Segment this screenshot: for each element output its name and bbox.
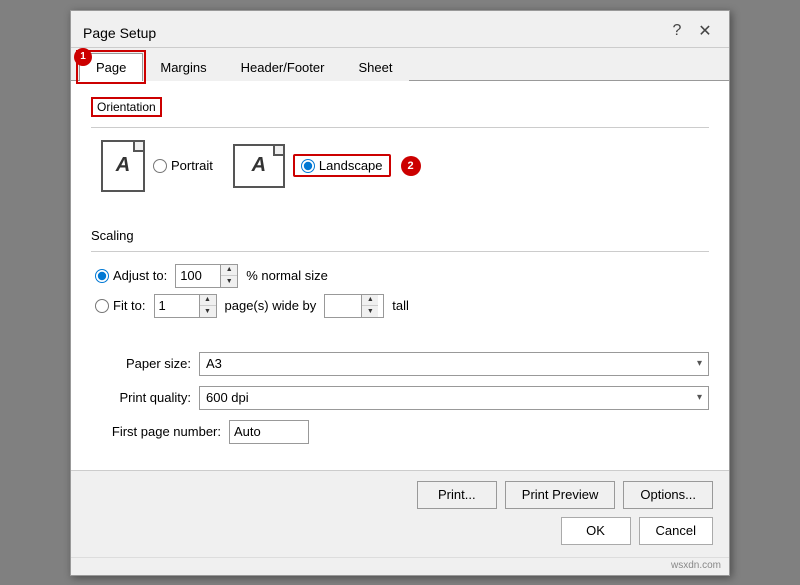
paper-size-value: A3	[206, 356, 222, 371]
landscape-group: A Landscape 2	[233, 144, 421, 188]
options-label: Options...	[640, 487, 696, 502]
landscape-radio-wrap: Landscape	[293, 154, 391, 177]
print-preview-button[interactable]: Print Preview	[505, 481, 616, 509]
paper-size-row: Paper size: A3 ▾	[91, 352, 709, 376]
spacer1	[91, 340, 709, 352]
title-bar-left: Page Setup	[83, 25, 156, 41]
scaling-divider	[91, 251, 709, 252]
adjust-to-input[interactable]	[176, 265, 220, 287]
adjust-to-up-btn[interactable]: ▲	[221, 265, 237, 276]
fit-to-tall-spinbox[interactable]: ▲ ▼	[324, 294, 384, 318]
paper-size-arrow: ▾	[697, 358, 702, 369]
adjust-to-unit: % normal size	[246, 268, 328, 283]
portrait-radio[interactable]	[153, 159, 167, 173]
fit-to-wide-spinbox-btns: ▲ ▼	[199, 295, 216, 317]
fit-to-wide-up-btn[interactable]: ▲	[200, 295, 216, 306]
fit-to-wide-down-btn[interactable]: ▼	[200, 306, 216, 317]
options-button[interactable]: Options...	[623, 481, 713, 509]
orientation-divider	[91, 127, 709, 128]
print-quality-label: Print quality:	[91, 390, 191, 405]
first-page-label: First page number:	[91, 424, 221, 439]
help-button[interactable]: ?	[665, 19, 689, 43]
portrait-corner	[133, 142, 143, 152]
fit-to-unit1: page(s) wide by	[225, 298, 317, 313]
print-label: Print...	[438, 487, 476, 502]
tab-header-footer[interactable]: Header/Footer	[224, 53, 342, 81]
fit-to-wide-spinbox[interactable]: ▲ ▼	[154, 294, 217, 318]
print-quality-dropdown[interactable]: 600 dpi ▾	[199, 386, 709, 410]
scaling-title: Scaling	[91, 228, 709, 243]
fit-to-row: Fit to: ▲ ▼ page(s) wide by ▲ ▼	[91, 294, 709, 318]
landscape-icon: A	[233, 144, 285, 188]
landscape-letter: A	[252, 154, 266, 177]
dialog-title: Page Setup	[83, 25, 156, 41]
footer-top-buttons: Print... Print Preview Options...	[87, 481, 713, 509]
portrait-group: A Portrait	[101, 140, 213, 192]
adjust-to-spinbox[interactable]: ▲ ▼	[175, 264, 238, 288]
dialog-footer: Print... Print Preview Options... OK Can…	[71, 470, 729, 555]
title-bar-right: ? ✕	[665, 19, 717, 47]
paper-size-label: Paper size:	[91, 356, 191, 371]
tabs-bar: 1 Page Margins Header/Footer Sheet	[71, 52, 729, 81]
first-page-input[interactable]	[229, 420, 309, 444]
first-page-number-row: First page number:	[91, 420, 709, 444]
orientation-row: A Portrait A La	[91, 140, 709, 192]
landscape-radio[interactable]	[301, 159, 315, 173]
cancel-label: Cancel	[656, 523, 696, 538]
print-quality-value: 600 dpi	[206, 390, 249, 405]
fit-to-label: Fit to:	[113, 298, 146, 313]
ok-button[interactable]: OK	[561, 517, 631, 545]
fit-to-wide-input[interactable]	[155, 295, 199, 317]
fit-to-radio[interactable]	[95, 299, 109, 313]
tab-page[interactable]: 1 Page	[79, 53, 143, 81]
paper-size-dropdown[interactable]: A3 ▾	[199, 352, 709, 376]
orientation-label: Orientation	[91, 97, 162, 117]
adjust-to-spinbox-btns: ▲ ▼	[220, 265, 237, 287]
fit-to-unit2: tall	[392, 298, 409, 313]
orientation-section: Orientation A Portrait	[91, 97, 709, 212]
scaling-section: Scaling Adjust to: ▲ ▼ % normal size	[91, 228, 709, 324]
landscape-text: Landscape	[319, 158, 383, 173]
tab-sheet[interactable]: Sheet	[341, 53, 409, 81]
landscape-badge: 2	[401, 156, 421, 176]
landscape-radio-label[interactable]: Landscape	[301, 158, 383, 173]
close-button[interactable]: ✕	[693, 19, 717, 43]
cancel-button[interactable]: Cancel	[639, 517, 713, 545]
print-button[interactable]: Print...	[417, 481, 497, 509]
landscape-corner	[273, 146, 283, 156]
watermark: wsxdn.com	[71, 557, 729, 575]
print-quality-arrow: ▾	[697, 392, 702, 403]
adjust-to-row: Adjust to: ▲ ▼ % normal size	[91, 264, 709, 288]
fit-to-tall-input[interactable]	[325, 295, 361, 317]
portrait-letter: A	[116, 154, 130, 177]
print-quality-row: Print quality: 600 dpi ▾	[91, 386, 709, 410]
portrait-icon: A	[101, 140, 145, 192]
preview-label: Print Preview	[522, 487, 599, 502]
fit-to-tall-spinbox-btns: ▲ ▼	[361, 295, 378, 317]
portrait-text: Portrait	[171, 158, 213, 173]
dialog-body: Orientation A Portrait	[71, 81, 729, 470]
portrait-radio-label[interactable]: Portrait	[153, 158, 213, 173]
page-setup-dialog: Page Setup ? ✕ 1 Page Margins Header/Foo…	[70, 10, 730, 576]
adjust-to-label: Adjust to:	[113, 268, 167, 283]
adjust-to-radio-label[interactable]: Adjust to:	[95, 268, 167, 283]
footer-bottom-buttons: OK Cancel	[87, 517, 713, 545]
title-bar: Page Setup ? ✕	[71, 11, 729, 48]
adjust-to-radio[interactable]	[95, 269, 109, 283]
tab-page-badge: 1	[74, 48, 92, 66]
tab-margins[interactable]: Margins	[143, 53, 223, 81]
fit-to-tall-up-btn[interactable]: ▲	[362, 295, 378, 306]
fit-to-tall-down-btn[interactable]: ▼	[362, 306, 378, 317]
ok-label: OK	[586, 523, 605, 538]
adjust-to-down-btn[interactable]: ▼	[221, 276, 237, 287]
fit-to-radio-label[interactable]: Fit to:	[95, 298, 146, 313]
